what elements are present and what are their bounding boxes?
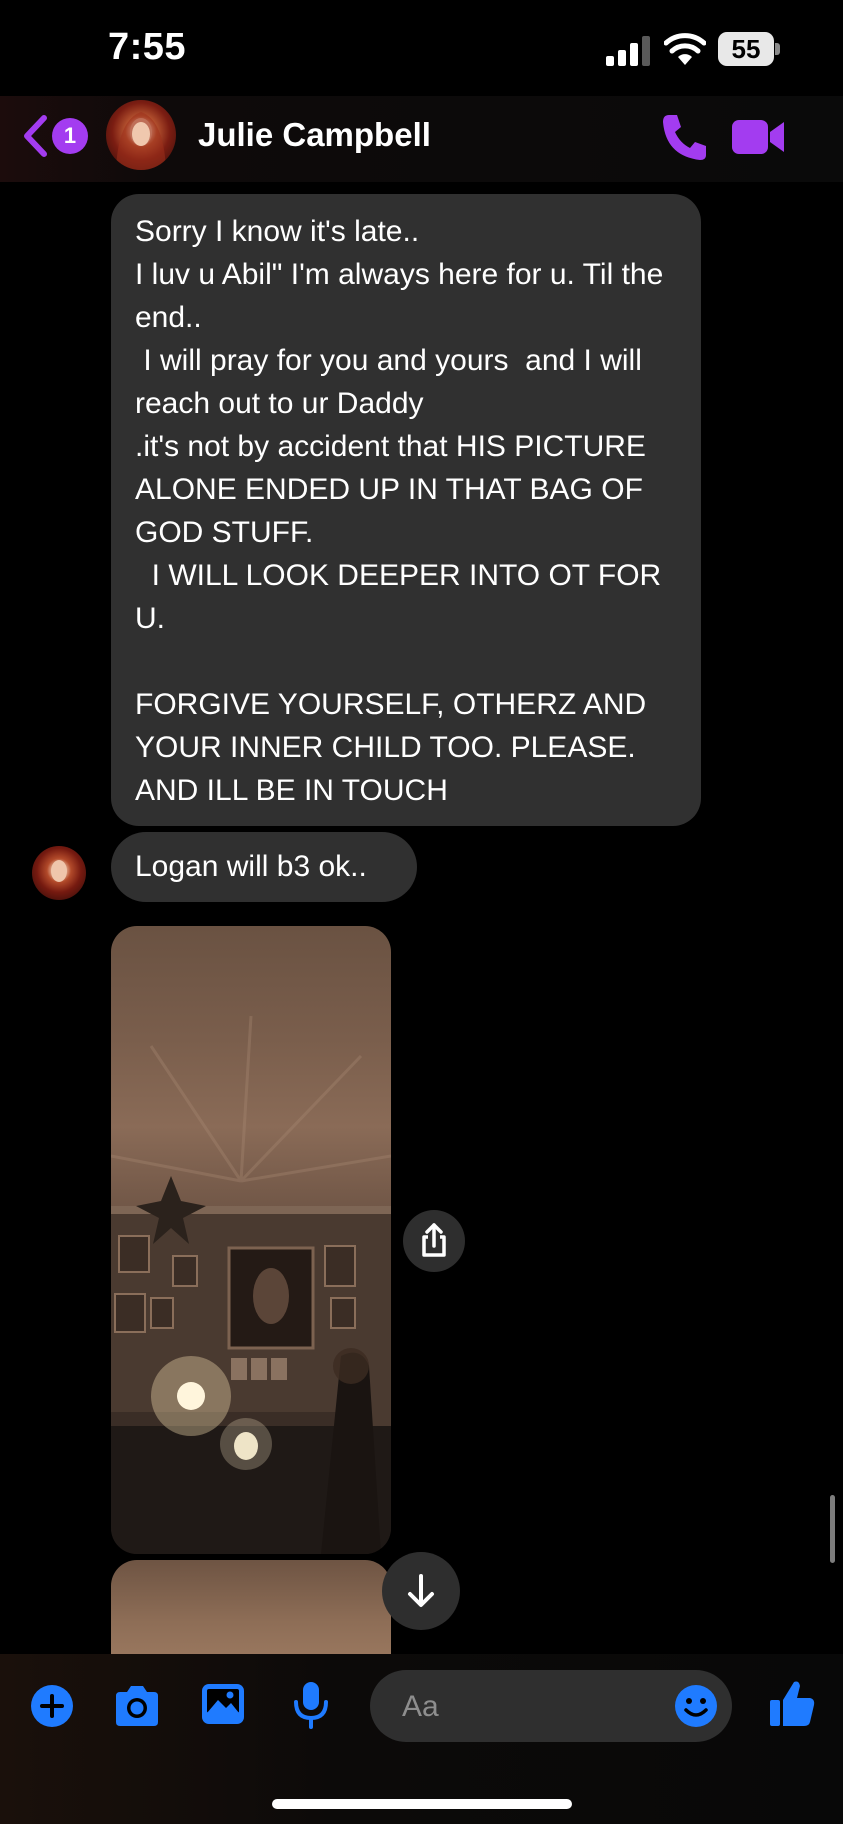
microphone-icon[interactable]	[292, 1680, 330, 1730]
message-bubble[interactable]: Logan will b3 ok..	[111, 832, 417, 902]
back-button[interactable]: 1	[22, 112, 92, 162]
unread-badge: 1	[52, 118, 88, 154]
gallery-icon[interactable]	[200, 1682, 246, 1726]
share-button[interactable]	[403, 1210, 465, 1272]
battery-level: 55	[731, 34, 761, 64]
chat-header: 1 Julie Campbell	[0, 96, 843, 182]
battery-icon: 55	[718, 32, 780, 66]
thumbs-up-icon[interactable]	[768, 1678, 816, 1728]
share-icon	[422, 1223, 446, 1257]
photo-attachment[interactable]	[111, 926, 391, 1554]
home-indicator[interactable]	[272, 1799, 572, 1809]
sender-avatar[interactable]	[32, 846, 86, 900]
status-time: 7:55	[108, 26, 187, 68]
status-bar: 7:55 55	[0, 0, 843, 100]
video-camera-icon[interactable]	[730, 116, 786, 158]
message-text: Logan will b3 ok..	[135, 850, 367, 883]
emoji-icon[interactable]	[674, 1684, 718, 1728]
plus-icon[interactable]	[30, 1684, 74, 1728]
message-text: Sorry I know it's late.. I luv u Abil" I…	[135, 215, 664, 807]
wifi-icon	[664, 33, 706, 65]
camera-icon[interactable]	[112, 1684, 162, 1728]
signal-icon	[606, 36, 650, 66]
back-chevron-icon	[24, 115, 47, 157]
contact-avatar[interactable]	[106, 100, 176, 170]
phone-icon[interactable]	[660, 112, 708, 162]
arrow-down-icon	[408, 1574, 434, 1607]
photo-attachment[interactable]	[111, 1560, 391, 1660]
message-input[interactable]	[370, 1670, 732, 1744]
contact-name[interactable]: Julie Campbell	[198, 116, 431, 154]
scroll-to-bottom-button[interactable]	[382, 1552, 460, 1630]
message-bubble[interactable]: Sorry I know it's late.. I luv u Abil" I…	[111, 194, 701, 826]
message-input-field[interactable]	[400, 1670, 654, 1744]
scrollbar[interactable]	[830, 1495, 835, 1563]
